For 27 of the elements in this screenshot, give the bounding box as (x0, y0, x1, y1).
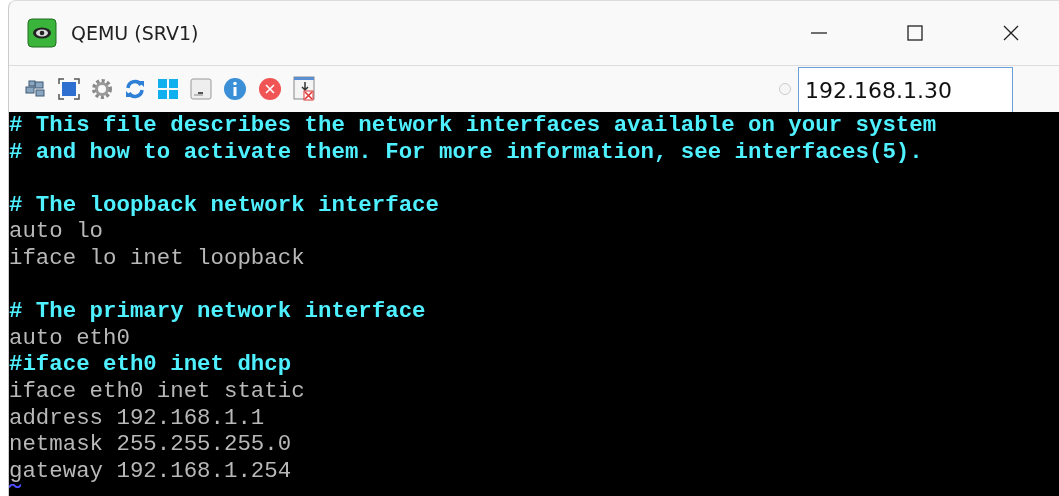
config-line: auto lo (9, 218, 104, 245)
fullscreen-icon[interactable] (58, 78, 80, 100)
address-field[interactable]: 192.168.1.30 (798, 67, 1013, 112)
keyboard-key-icon[interactable] (190, 78, 212, 100)
info-icon[interactable] (223, 77, 247, 101)
window-title: QEMU (SRV1) (71, 22, 199, 44)
comment-line: # The loopback network interface (9, 191, 439, 218)
tilde-marker-icon (9, 484, 21, 489)
radio-icon[interactable] (779, 83, 791, 95)
refresh-icon[interactable] (124, 78, 146, 100)
window-download-icon[interactable] (293, 76, 317, 102)
comment-line: # The primary network interface (9, 298, 426, 325)
comment-line: #iface eth0 inet dhcp (9, 351, 292, 378)
close-icon[interactable] (1001, 23, 1021, 43)
config-line: address 192.168.1.1 (9, 404, 265, 431)
maximize-icon[interactable] (905, 23, 925, 43)
config-line: gateway 192.168.1.254 (9, 457, 292, 484)
config-line: auto eth0 (9, 324, 130, 351)
comment-line: # This file describes the network interfaces available on your system (9, 112, 937, 138)
windows-logo-icon[interactable] (157, 78, 179, 100)
chips-icon[interactable] (25, 79, 47, 99)
comment-line: # and how to activate them. For more information, see interfaces(5). (9, 138, 923, 165)
app-logo-icon (27, 18, 57, 48)
config-line: netmask 255.255.255.0 (9, 431, 292, 458)
config-line: iface lo inet loopback (9, 244, 305, 271)
gear-icon[interactable] (91, 78, 113, 100)
config-line: iface eth0 inet static (9, 377, 305, 404)
